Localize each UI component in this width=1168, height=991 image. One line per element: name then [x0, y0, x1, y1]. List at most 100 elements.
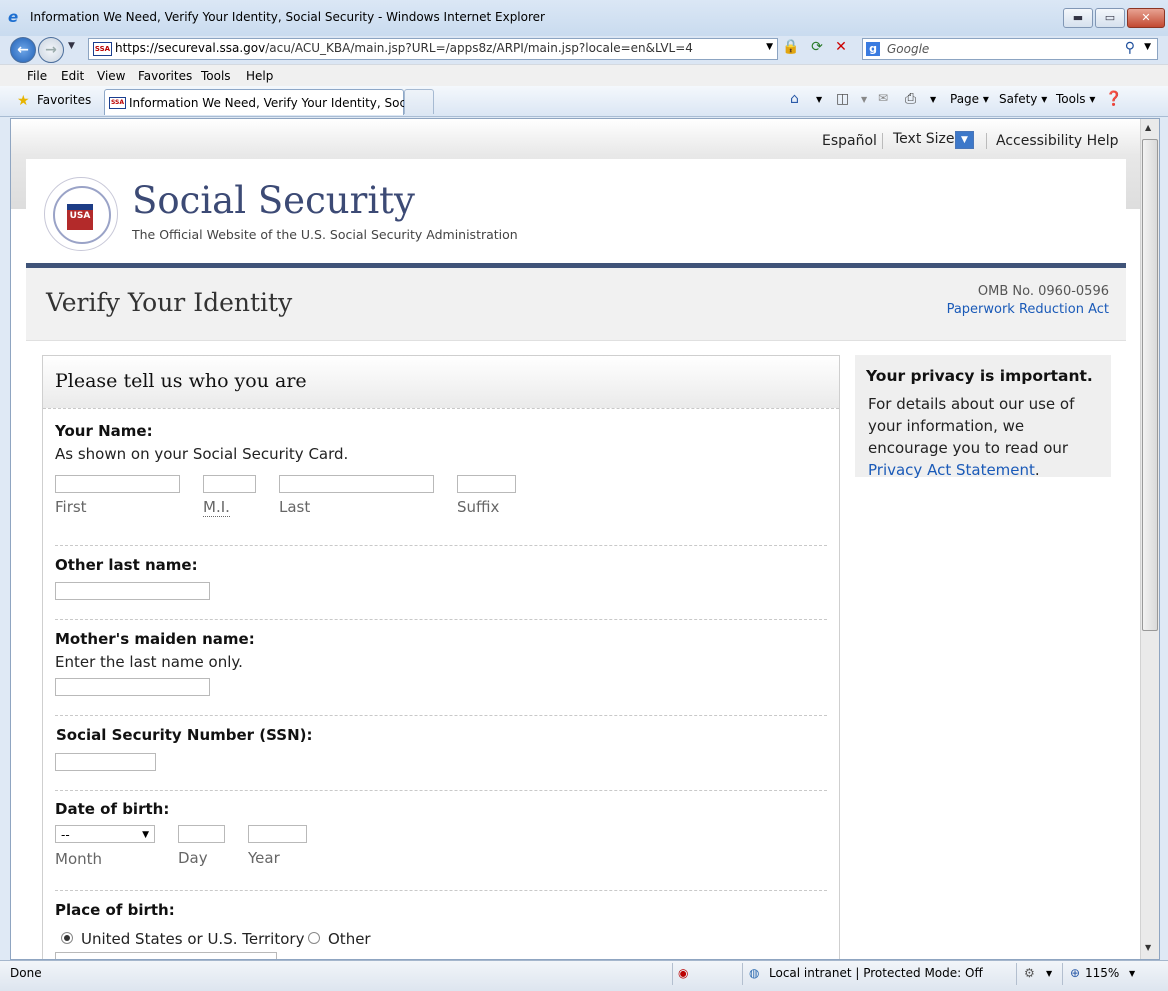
zoom-dropdown-icon[interactable]: ▼	[1129, 969, 1135, 978]
section-divider	[55, 545, 827, 546]
text-size-dropdown-icon[interactable]: ▼	[955, 131, 974, 149]
birth-month-caption: Month	[55, 850, 103, 868]
print-icon[interactable]: ⎙	[905, 91, 916, 107]
menu-help[interactable]: Help	[246, 69, 273, 83]
menu-tools[interactable]: Tools	[201, 69, 231, 83]
search-placeholder: Google	[887, 42, 930, 56]
menu-favorites[interactable]: Favorites	[138, 69, 192, 83]
favorites-bar: ★ Favorites SSA Information We Need, Ver…	[0, 86, 1168, 117]
privacy-body: For details about our use of your inform…	[868, 393, 1104, 481]
page-menu-button[interactable]: Page ▾	[950, 92, 989, 106]
section-divider	[55, 790, 827, 791]
section-divider	[55, 890, 827, 891]
last-name-caption: Last	[279, 498, 311, 516]
birth-month-value: --	[61, 828, 70, 842]
paperwork-reduction-act-link[interactable]: Paperwork Reduction Act	[947, 302, 1109, 317]
tab-favicon-icon: SSA	[109, 97, 126, 109]
birth-day-input[interactable]	[178, 825, 225, 843]
search-box[interactable]: g Google ⚲ ▼	[862, 38, 1158, 60]
privacy-heading: Your privacy is important.	[866, 367, 1093, 385]
safety-menu-button[interactable]: Safety ▾	[999, 92, 1047, 106]
utility-separator	[986, 133, 987, 149]
privacy-box: Your privacy is important. For details a…	[855, 355, 1111, 479]
identity-form-panel: Please tell us who you are Your Name: As…	[42, 355, 840, 959]
search-icon[interactable]: ⚲	[1125, 40, 1135, 56]
dob-label: Date of birth:	[55, 800, 170, 818]
add-ons-dropdown-icon[interactable]: ▼	[1046, 969, 1052, 978]
browser-tab-active[interactable]: SSA Information We Need, Verify Your Ide…	[104, 89, 432, 115]
other-last-name-input[interactable]	[55, 582, 210, 600]
pob-other-label[interactable]: Other	[328, 930, 371, 948]
maximize-button[interactable]: ▭	[1095, 8, 1125, 28]
help-icon[interactable]: ❓	[1105, 91, 1122, 107]
pob-us-label[interactable]: United States or U.S. Territory	[81, 930, 304, 948]
privacy-act-statement-link[interactable]: Privacy Act Statement	[868, 461, 1035, 479]
maiden-name-input[interactable]	[55, 678, 210, 696]
favorites-star-icon[interactable]: ★	[17, 93, 30, 109]
first-name-caption: First	[55, 498, 87, 516]
pob-label: Place of birth:	[55, 901, 175, 919]
section-divider	[55, 715, 827, 716]
print-dropdown-icon[interactable]: ▼	[930, 95, 936, 104]
refresh-icon[interactable]: ⟳	[806, 39, 828, 57]
scroll-up-icon[interactable]: ▲	[1145, 123, 1151, 132]
other-last-name-label: Other last name:	[55, 556, 198, 574]
feeds-dropdown-icon[interactable]: ▼	[861, 95, 867, 104]
new-tab-button[interactable]	[404, 89, 434, 114]
pob-us-radio[interactable]	[61, 932, 73, 944]
pob-state-select[interactable]	[55, 952, 277, 959]
middle-initial-input[interactable]	[203, 475, 256, 493]
back-button[interactable]: ←	[10, 37, 36, 63]
stop-icon[interactable]: ✕	[830, 39, 852, 57]
tools-menu-button[interactable]: Tools ▾	[1056, 92, 1095, 106]
favorites-button[interactable]: Favorites	[37, 93, 91, 107]
accessibility-help-link[interactable]: Accessibility Help	[996, 133, 1119, 149]
status-bar: Done ◉ ◍ Local intranet | Protected Mode…	[0, 960, 1168, 991]
title-band: Verify Your Identity OMB No. 0960-0596 P…	[26, 268, 1126, 341]
espanol-link[interactable]: Español	[822, 133, 877, 149]
birth-month-select[interactable]: -- ▼	[55, 825, 155, 843]
suffix-input[interactable]	[457, 475, 516, 493]
search-options-dropdown-icon[interactable]: ▼	[1144, 42, 1151, 52]
last-name-input[interactable]	[279, 475, 434, 493]
recent-pages-dropdown-icon[interactable]: ▼	[68, 41, 75, 51]
status-text: Done	[10, 966, 42, 980]
status-separator	[1016, 963, 1017, 985]
address-dropdown-icon[interactable]: ▼	[766, 42, 773, 52]
ssn-input[interactable]	[55, 753, 156, 771]
section-divider	[55, 619, 827, 620]
birth-day-caption: Day	[178, 849, 208, 867]
vertical-scrollbar[interactable]: ▲ ▼	[1140, 119, 1159, 959]
read-mail-icon[interactable]: ✉	[878, 91, 888, 105]
forward-button[interactable]: →	[38, 37, 64, 63]
menu-edit[interactable]: Edit	[61, 69, 84, 83]
first-name-input[interactable]	[55, 475, 180, 493]
seal-shield: USA	[67, 204, 93, 230]
scroll-down-icon[interactable]: ▼	[1145, 943, 1151, 952]
zoom-icon: ⊕	[1070, 966, 1081, 980]
address-bar[interactable]: SSA https://secureval.ssa.gov/acu/ACU_KB…	[88, 38, 778, 60]
menu-view[interactable]: View	[97, 69, 125, 83]
security-zone-text[interactable]: Local intranet | Protected Mode: Off	[769, 966, 983, 980]
privacy-report-icon[interactable]: ◉	[678, 966, 688, 980]
address-url[interactable]: https://secureval.ssa.gov/acu/ACU_KBA/ma…	[115, 41, 693, 55]
chevron-down-icon: ▼	[142, 830, 149, 840]
zone-globe-icon: ◍	[749, 966, 760, 980]
maiden-name-label: Mother's maiden name:	[55, 630, 255, 648]
add-ons-icon[interactable]: ⚙	[1024, 966, 1035, 980]
site-tagline: The Official Website of the U.S. Social …	[132, 227, 518, 242]
site-brand[interactable]: Social Security	[132, 179, 415, 222]
minimize-button[interactable]: ▬	[1063, 8, 1093, 28]
suffix-caption: Suffix	[457, 498, 500, 516]
home-dropdown-icon[interactable]: ▼	[816, 95, 822, 104]
zoom-level[interactable]: 115%	[1085, 966, 1119, 980]
pob-other-radio[interactable]	[308, 932, 320, 944]
birth-year-input[interactable]	[248, 825, 307, 843]
text-size-label: Text Size	[893, 131, 955, 147]
home-icon[interactable]: ⌂	[790, 91, 799, 107]
lock-icon[interactable]: 🔒	[782, 39, 799, 55]
feeds-icon[interactable]: ◫	[836, 91, 849, 107]
menu-file[interactable]: File	[27, 69, 47, 83]
scrollbar-thumb[interactable]	[1142, 139, 1158, 631]
close-window-button[interactable]: ✕	[1127, 8, 1165, 28]
